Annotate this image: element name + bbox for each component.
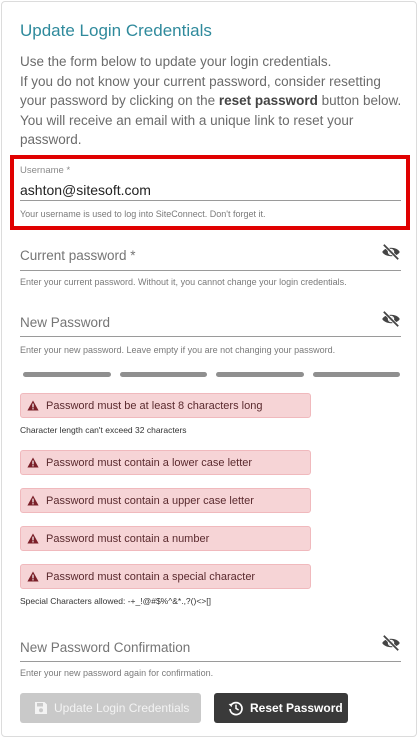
strength-segment bbox=[216, 372, 304, 377]
reset-password-button[interactable]: Reset Password bbox=[214, 693, 348, 723]
error-text: Password must contain a number bbox=[46, 532, 210, 545]
update-button-label: Update Login Credentials bbox=[54, 701, 190, 715]
eye-off-icon[interactable] bbox=[381, 244, 401, 260]
new-password-hint: Enter your new password. Leave empty if … bbox=[20, 345, 336, 355]
error-min-length: Password must be at least 8 characters l… bbox=[20, 393, 311, 418]
eye-off-icon[interactable] bbox=[381, 635, 401, 651]
new-password-field[interactable]: New Password Enter your new password. Le… bbox=[20, 311, 401, 357]
username-underline bbox=[20, 200, 401, 201]
warning-triangle-icon bbox=[27, 533, 39, 544]
eye-off-icon[interactable] bbox=[381, 311, 401, 327]
error-lowercase: Password must contain a lower case lette… bbox=[20, 450, 311, 475]
error-text: Password must contain a special characte… bbox=[46, 570, 256, 583]
username-label: Username * bbox=[20, 165, 71, 176]
intro-line1: Use the form below to update your login … bbox=[20, 54, 332, 69]
special-characters-note: Special Characters allowed: -+_!@#$%^&*.… bbox=[20, 596, 211, 606]
current-password-input[interactable]: Current password * bbox=[20, 248, 401, 263]
error-text: Password must be at least 8 characters l… bbox=[46, 399, 263, 412]
username-input[interactable]: ashton@sitesoft.com bbox=[20, 182, 401, 198]
error-number: Password must contain a number bbox=[20, 526, 311, 551]
current-password-hint: Enter your current password. Without it,… bbox=[20, 277, 347, 287]
error-special: Password must contain a special characte… bbox=[20, 564, 311, 589]
warning-triangle-icon bbox=[27, 400, 39, 411]
error-text: Password must contain a lower case lette… bbox=[46, 456, 253, 469]
update-credentials-button[interactable]: Update Login Credentials bbox=[20, 693, 201, 723]
strength-segment bbox=[312, 372, 400, 377]
error-text: Password must contain a upper case lette… bbox=[46, 494, 254, 507]
confirm-password-input[interactable]: New Password Confirmation bbox=[20, 640, 401, 655]
current-password-field[interactable]: Current password * Enter your current pa… bbox=[20, 244, 401, 290]
reset-button-label: Reset Password bbox=[250, 701, 343, 715]
error-uppercase: Password must contain a upper case lette… bbox=[20, 488, 311, 513]
intro-text: Use the form below to update your login … bbox=[20, 52, 408, 150]
confirm-password-underline bbox=[20, 661, 401, 662]
intro-reset-emphasis: reset password bbox=[218, 93, 318, 109]
warning-triangle-icon bbox=[27, 457, 39, 468]
username-field[interactable]: Username * ashton@sitesoft.com Your user… bbox=[20, 165, 401, 225]
page-title: Update Login Credentials bbox=[20, 21, 212, 40]
username-hint: Your username is used to log into SiteCo… bbox=[20, 209, 266, 219]
max-length-note: Character length can't exceed 32 charact… bbox=[20, 425, 187, 435]
floppy-disk-icon bbox=[35, 702, 47, 714]
strength-segment bbox=[119, 372, 207, 377]
warning-triangle-icon bbox=[27, 571, 39, 582]
confirm-password-hint: Enter your new password again for confir… bbox=[20, 668, 214, 678]
strength-segment bbox=[23, 372, 111, 377]
warning-triangle-icon bbox=[27, 495, 39, 506]
new-password-input[interactable]: New Password bbox=[20, 315, 401, 330]
current-password-underline bbox=[20, 270, 401, 271]
password-strength-meter bbox=[23, 372, 400, 377]
confirm-password-field[interactable]: New Password Confirmation Enter your new… bbox=[20, 635, 401, 682]
credentials-card: Update Login Credentials Use the form be… bbox=[1, 1, 417, 737]
history-icon bbox=[228, 701, 243, 716]
new-password-underline bbox=[20, 336, 401, 337]
